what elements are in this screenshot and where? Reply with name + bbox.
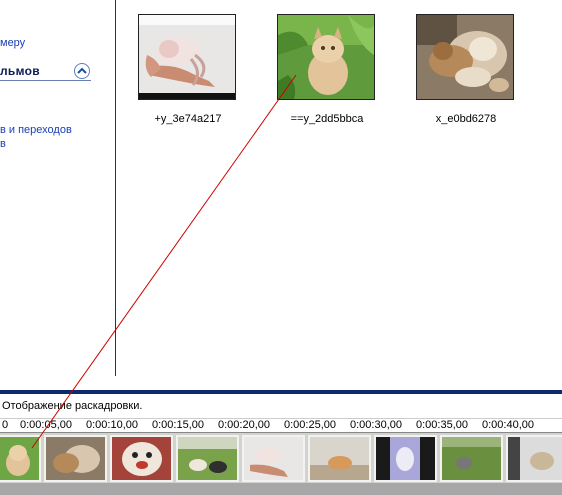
timeline-ruler[interactable]: 0 0:00:05,00 0:00:10,00 0:00:15,00 0:00:… xyxy=(0,418,562,432)
timeline-scroll-area[interactable] xyxy=(0,483,562,495)
persian-cat-in-grass-thumbnail[interactable] xyxy=(277,14,375,100)
ruler-tick-label: 0:00:25,00 xyxy=(284,419,336,431)
capture-from-camera-link[interactable]: меру xyxy=(0,37,25,49)
clip-label: +y_3e74a217 xyxy=(154,113,222,125)
collection-pane: +y_3e74a217 ==y_2dd5bbca x_e0bd6278 xyxy=(117,0,562,376)
storyboard-frame-cat-at-window[interactable] xyxy=(506,435,562,482)
storyboard-frame-kitten-in-hand[interactable] xyxy=(242,435,305,482)
clip-label: ==y_2dd5bbca xyxy=(290,113,364,125)
storyboard-filmstrip xyxy=(0,432,562,483)
sleeping-cats-thumbnail[interactable] xyxy=(416,14,514,100)
ruler-tick-label: 0:00:30,00 xyxy=(350,419,402,431)
storyboard-frame-cat-in-grass[interactable] xyxy=(0,435,41,482)
storyboard-frame-cat-on-bed[interactable] xyxy=(374,435,437,482)
collapse-section-button[interactable] xyxy=(74,63,90,79)
storyboard-frame-cat-in-field[interactable] xyxy=(440,435,503,482)
section-title: льмов xyxy=(0,64,40,78)
task-link-fragment[interactable]: в xyxy=(0,138,6,150)
storyboard-status-text: Отображение раскадровки. xyxy=(2,400,143,412)
kitten-in-hand-thumbnail[interactable] xyxy=(138,14,236,100)
ruler-tick-label: 0:00:35,00 xyxy=(416,419,468,431)
ruler-tick-label: 0:00:20,00 xyxy=(218,419,270,431)
ruler-tick-label: 0:00:05,00 xyxy=(20,419,72,431)
edit-movie-section-header[interactable]: льмов xyxy=(0,63,91,81)
storyboard-frame-cat-on-floor[interactable] xyxy=(308,435,371,482)
clip-label: x_e0bd6278 xyxy=(435,113,497,125)
storyboard-frame-cats-on-lawn[interactable] xyxy=(176,435,239,482)
storyboard-status-bar: Отображение раскадровки. xyxy=(0,394,562,418)
ruler-tick-label: 0 xyxy=(2,419,9,431)
chevron-up-icon xyxy=(77,67,87,74)
ruler-tick-label: 0:00:15,00 xyxy=(152,419,204,431)
task-pane: меру льмов в и переходов в xyxy=(0,0,116,376)
storyboard-frame-two-cats[interactable] xyxy=(44,435,107,482)
storyboard-frame-cat-close-up[interactable] xyxy=(110,435,173,482)
ruler-tick-label: 0:00:10,00 xyxy=(86,419,138,431)
movie-maker-window: меру льмов в и переходов в +y_3e74a217 =… xyxy=(0,0,562,495)
ruler-tick-label: 0:00:40,00 xyxy=(482,419,534,431)
view-effects-transitions-link[interactable]: в и переходов xyxy=(0,124,72,136)
